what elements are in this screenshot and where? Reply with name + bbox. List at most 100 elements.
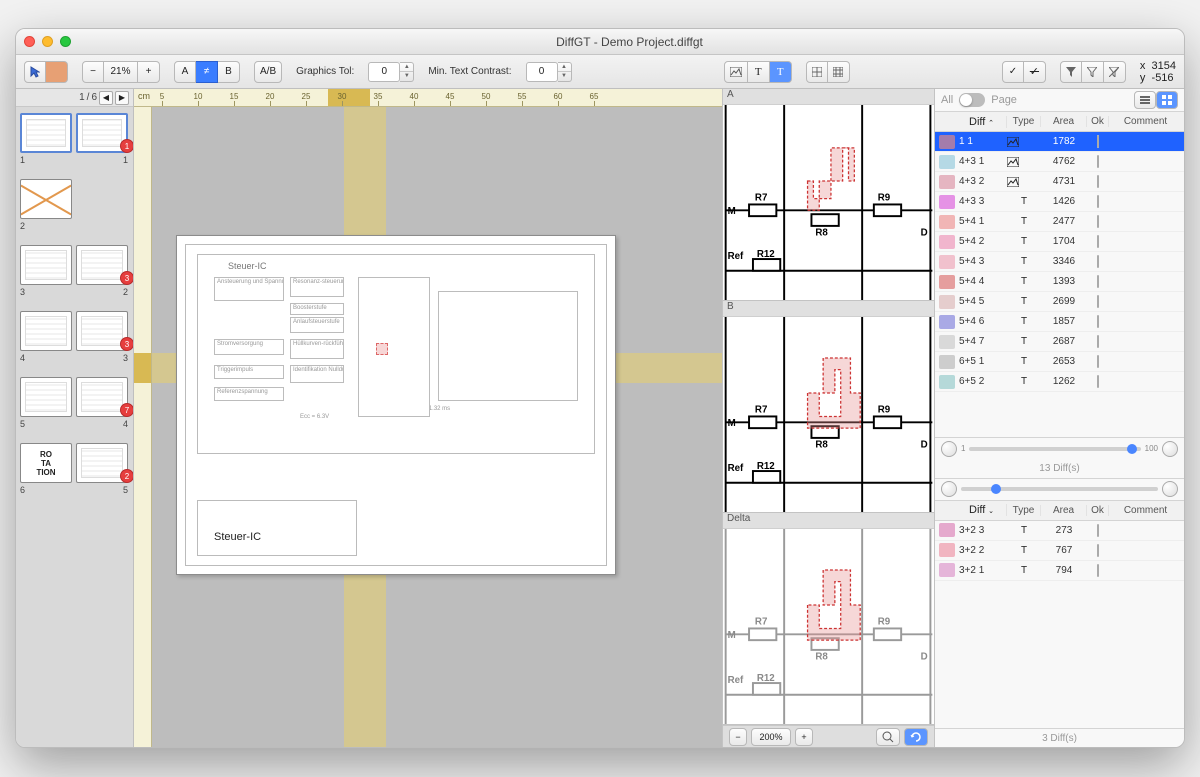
ok-checkbox[interactable]	[1097, 155, 1099, 168]
grid2-icon[interactable]	[828, 61, 850, 83]
preview-a[interactable]: R7 R8 R9 R12 M Ref D	[723, 105, 934, 300]
diff-row[interactable]: 4+3 1 4762	[935, 152, 1184, 172]
ok-checkbox[interactable]	[1097, 524, 1099, 537]
diff-row[interactable]: 5+4 5 T 2699	[935, 292, 1184, 312]
svg-text:M: M	[728, 206, 736, 217]
ok-checkbox[interactable]	[1097, 375, 1099, 388]
grid1-icon[interactable]	[806, 61, 828, 83]
view-grid-icon[interactable]	[1156, 91, 1178, 109]
canvas[interactable]: Steuer-IC Ansteuerung und Spannungsregel…	[152, 107, 722, 747]
zoom-icon[interactable]	[60, 36, 71, 47]
diff-type: T	[1007, 565, 1041, 576]
ok-checkbox[interactable]	[1097, 295, 1099, 308]
thumb-a[interactable]: RO TA TION	[20, 443, 72, 483]
zoom-in-button[interactable]: +	[138, 61, 160, 83]
diff-row[interactable]: 4+3 2 4731	[935, 172, 1184, 192]
ok-checkbox[interactable]	[1097, 215, 1099, 228]
rect-tool[interactable]	[46, 61, 68, 83]
filter1-icon[interactable]	[1060, 61, 1082, 83]
diff-picto-icon	[939, 195, 955, 209]
check-icon[interactable]: ✓	[1002, 61, 1024, 83]
diff-table2-header[interactable]: Diff ⌄ Type Area Ok Comment	[935, 501, 1184, 521]
globe2-left-icon[interactable]	[941, 481, 957, 497]
zoom-out-button[interactable]: −	[82, 61, 104, 83]
diff-row[interactable]: 6+5 1 T 2653	[935, 352, 1184, 372]
image-overlay-icon[interactable]	[724, 61, 748, 83]
diff-row[interactable]: 5+4 7 T 2687	[935, 332, 1184, 352]
diff-picto-icon	[939, 215, 955, 229]
diff-row[interactable]: 3+2 1 T 794	[935, 561, 1184, 581]
diff-type	[1007, 177, 1041, 187]
graphics-tol-stepper[interactable]: ▲▼	[400, 62, 414, 82]
preview-b[interactable]: R7 R8 R9 R12 M Ref D	[723, 317, 934, 512]
close-icon[interactable]	[24, 36, 35, 47]
diff-row[interactable]: 5+4 2 T 1704	[935, 232, 1184, 252]
uncheck-icon[interactable]: ✓	[1024, 61, 1046, 83]
globe-right-icon[interactable]	[1162, 441, 1178, 457]
diff-row[interactable]: 3+2 3 T 273	[935, 521, 1184, 541]
diff-row[interactable]: 6+5 2 T 1262	[935, 372, 1184, 392]
svg-text:R12: R12	[757, 461, 775, 472]
pv-zoom-out[interactable]: −	[729, 728, 747, 746]
ok-checkbox[interactable]	[1097, 135, 1099, 148]
scope-toggle[interactable]	[959, 93, 985, 107]
ok-checkbox[interactable]	[1097, 195, 1099, 208]
preview-delta[interactable]: R7 R8 R9 R12 M Ref D	[723, 529, 934, 724]
diff-picto-icon	[939, 375, 955, 389]
page-next-button[interactable]: ▶	[115, 91, 129, 105]
diff-row[interactable]: 5+4 1 T 2477	[935, 212, 1184, 232]
view-list-icon[interactable]	[1134, 91, 1156, 109]
diff-picto-icon	[939, 315, 955, 329]
zoom-value[interactable]: 21%	[104, 61, 138, 83]
ok-checkbox[interactable]	[1097, 235, 1099, 248]
thumb-a[interactable]	[20, 311, 72, 351]
min-contrast-stepper[interactable]: ▲▼	[558, 62, 572, 82]
globe2-right-icon[interactable]	[1162, 481, 1178, 497]
text-overlay2-icon[interactable]: T	[770, 61, 792, 83]
thumb-a[interactable]	[20, 377, 72, 417]
ok-checkbox[interactable]	[1097, 315, 1099, 328]
diff-row[interactable]: 5+4 3 T 3346	[935, 252, 1184, 272]
view-diff-button[interactable]: ≠	[196, 61, 218, 83]
diff-picto-icon	[939, 335, 955, 349]
diff-row[interactable]: 3+2 2 T 767	[935, 541, 1184, 561]
pv-zoom-in[interactable]: +	[795, 728, 813, 746]
ruler-vertical	[134, 107, 152, 747]
canvas-panel: cm 5101520253035404550556065 Steuer-IC A…	[134, 89, 722, 747]
pv-sync-icon[interactable]	[904, 728, 928, 746]
thumb-a[interactable]	[20, 179, 72, 219]
diff-row[interactable]: 5+4 6 T 1857	[935, 312, 1184, 332]
view-b-button[interactable]: B	[218, 61, 240, 83]
pointer-tool[interactable]	[24, 61, 46, 83]
view-ab-button[interactable]: A/B	[254, 61, 282, 83]
svg-text:R12: R12	[757, 249, 775, 260]
ok-checkbox[interactable]	[1097, 544, 1099, 557]
thumb-a[interactable]	[20, 245, 72, 285]
pv-zoom-value[interactable]: 200%	[751, 728, 791, 746]
thumb-a[interactable]	[20, 113, 72, 153]
globe-left-icon[interactable]	[941, 441, 957, 457]
pv-locate-icon[interactable]	[876, 728, 900, 746]
diff-slider-2[interactable]	[961, 487, 1158, 491]
ok-checkbox[interactable]	[1097, 564, 1099, 577]
svg-text:M: M	[728, 418, 736, 429]
diff-row[interactable]: 4+3 3 T 1426	[935, 192, 1184, 212]
filter3-icon[interactable]	[1104, 61, 1126, 83]
page-prev-button[interactable]: ◀	[99, 91, 113, 105]
graphics-tol-input[interactable]	[368, 62, 400, 82]
ok-checkbox[interactable]	[1097, 355, 1099, 368]
minimize-icon[interactable]	[42, 36, 53, 47]
diff-marker[interactable]	[376, 343, 388, 355]
diff-row[interactable]: 5+4 4 T 1393	[935, 272, 1184, 292]
diff-slider[interactable]	[969, 447, 1140, 451]
text-overlay-icon[interactable]: T	[748, 61, 770, 83]
diff-row[interactable]: 1 1 1782	[935, 132, 1184, 152]
view-a-button[interactable]: A	[174, 61, 196, 83]
ok-checkbox[interactable]	[1097, 255, 1099, 268]
ok-checkbox[interactable]	[1097, 275, 1099, 288]
ok-checkbox[interactable]	[1097, 335, 1099, 348]
min-contrast-input[interactable]	[526, 62, 558, 82]
ok-checkbox[interactable]	[1097, 175, 1099, 188]
filter2-icon[interactable]	[1082, 61, 1104, 83]
diff-table-header[interactable]: Diff ⌃ Type Area Ok Comment	[935, 112, 1184, 132]
